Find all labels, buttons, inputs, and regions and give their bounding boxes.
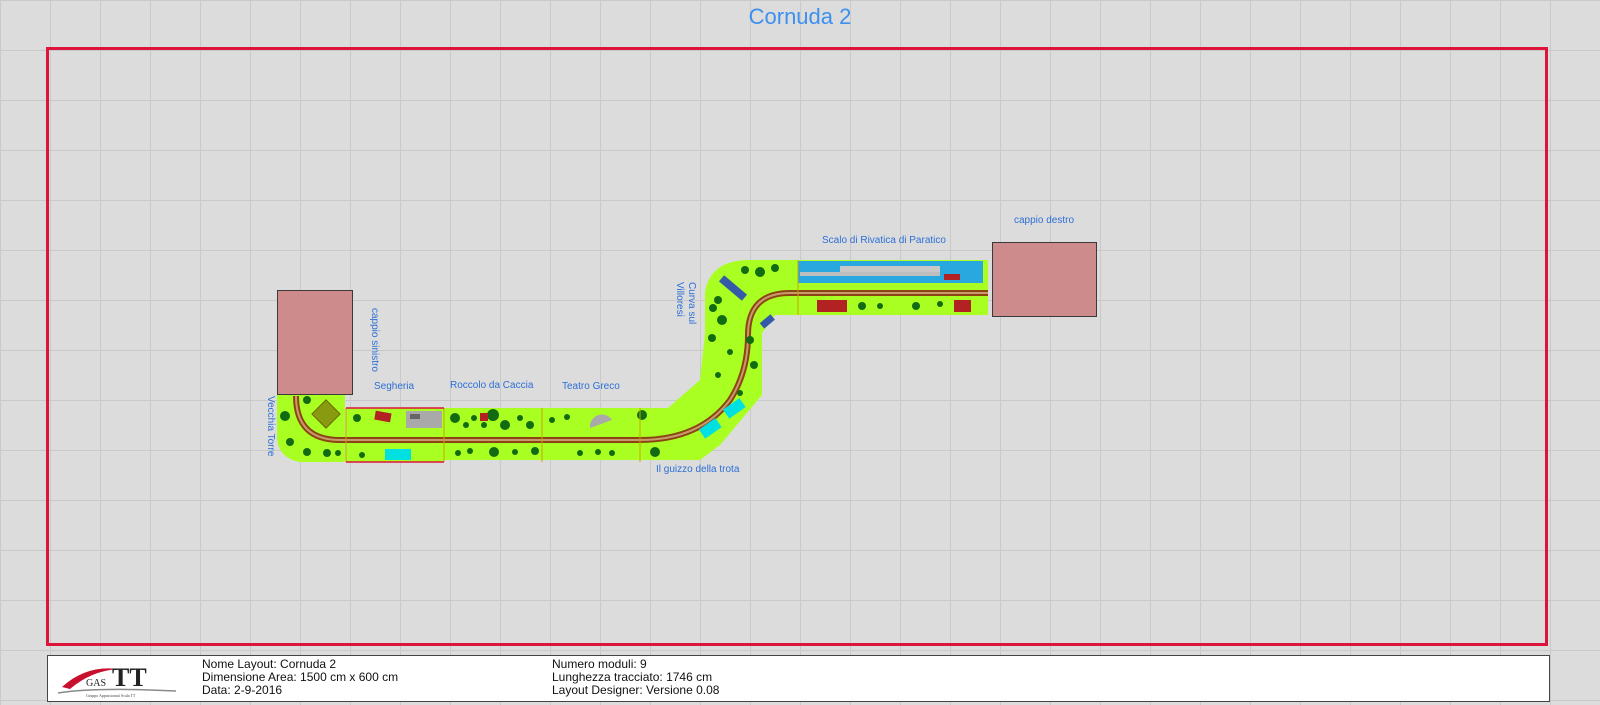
- info-lunghezza-tracciato: Lunghezza tracciato: 1746 cm: [552, 670, 713, 684]
- info-nome-layout: Nome Layout: Cornuda 2: [202, 657, 337, 671]
- logo-tt-text: TT: [112, 663, 147, 692]
- module-teatro-greco: [542, 408, 640, 460]
- logo-gas-text: GAS: [86, 678, 106, 689]
- info-layout-designer: Layout Designer: Versione 0.08: [552, 683, 720, 697]
- info-dimensione-area: Dimensione Area: 1500 cm x 600 cm: [202, 670, 399, 684]
- info-numero-moduli: Numero moduli: 9: [552, 657, 647, 671]
- loop-block-left: [277, 290, 353, 395]
- label-teatro-greco: Teatro Greco: [562, 381, 620, 392]
- gas-tt-logo: GAS TT Gruppo Appassionati Scala TT: [57, 663, 177, 698]
- label-guizzo-trota: Il guizzo della trota: [656, 464, 740, 475]
- module-vecchia-torre: [277, 394, 345, 462]
- label-roccolo: Roccolo da Caccia: [450, 380, 534, 391]
- label-segheria: Segheria: [374, 381, 415, 392]
- label-cappio-sinistro: cappio sinistro: [369, 308, 380, 372]
- logo-subtitle: Gruppo Appassionati Scala TT: [86, 693, 136, 698]
- layout-diagram: [277, 260, 988, 463]
- loop-block-right: [992, 242, 1097, 317]
- label-cappio-destro: cappio destro: [1014, 215, 1075, 226]
- label-scalo-rivatica: Scalo di Rivatica di Paratico: [822, 235, 946, 246]
- layout-info-box: GAS TT Gruppo Appassionati Scala TT Nome…: [47, 655, 1550, 702]
- label-vecchia-torre: Vecchia Torre: [265, 396, 276, 457]
- label-curva-villoresi: Curva sul Villoresi: [674, 282, 697, 325]
- info-data: Data: 2-9-2016: [202, 683, 283, 697]
